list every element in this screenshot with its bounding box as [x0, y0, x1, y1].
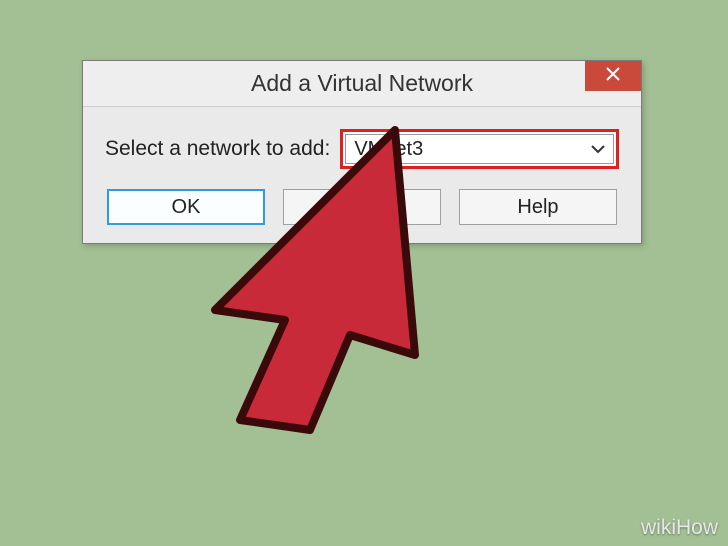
chevron-down-icon — [591, 144, 605, 154]
dialog-title: Add a Virtual Network — [251, 70, 473, 97]
button-row: OK Cancel Help — [105, 189, 619, 225]
select-label: Select a network to add: — [105, 137, 330, 161]
dialog-body: Select a network to add: VMnet3 OK Cance… — [83, 107, 641, 243]
cancel-button[interactable]: Cancel — [283, 189, 441, 225]
help-button-label: Help — [517, 196, 558, 219]
add-virtual-network-dialog: Add a Virtual Network Select a network t… — [82, 60, 642, 244]
close-icon — [606, 67, 620, 86]
select-row: Select a network to add: VMnet3 — [105, 129, 619, 169]
network-select-highlight: VMnet3 — [340, 129, 619, 169]
watermark: wikiHow — [641, 516, 718, 540]
cancel-button-label: Cancel — [331, 196, 393, 219]
network-select[interactable]: VMnet3 — [345, 134, 614, 164]
help-button[interactable]: Help — [459, 189, 617, 225]
titlebar: Add a Virtual Network — [83, 61, 641, 107]
close-button[interactable] — [585, 61, 641, 91]
ok-button[interactable]: OK — [107, 189, 265, 225]
ok-button-label: OK — [172, 196, 201, 219]
network-select-value: VMnet3 — [354, 138, 423, 161]
